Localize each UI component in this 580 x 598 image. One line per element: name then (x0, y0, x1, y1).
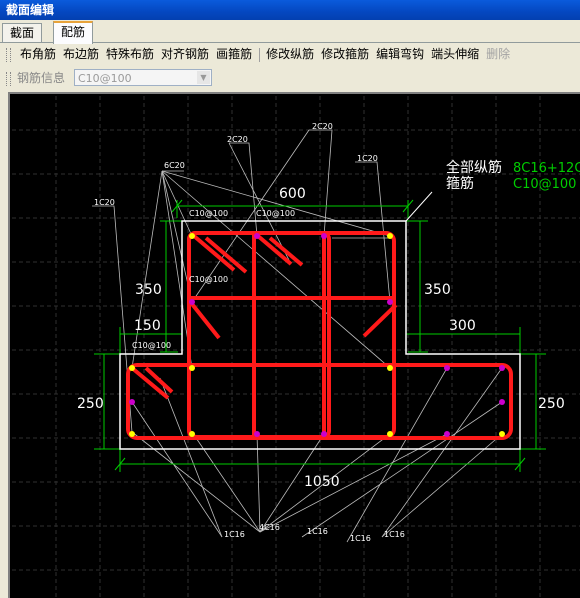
edit-stirrup-button[interactable]: 修改箍筋 (318, 43, 372, 65)
rebar-info-label: 钢筋信息 (17, 71, 66, 85)
annotation-label: 1C20 (357, 154, 378, 163)
rebar-info-value: C10@100 (78, 72, 132, 85)
side-bars[interactable] (129, 233, 505, 437)
rebar-legend: 全部纵筋 8C16+12C2 箍筋 C10@100 (446, 159, 580, 192)
dim-bottom-width: 1050 (304, 474, 340, 490)
edit-hook-button[interactable]: 编辑弯钩 (373, 43, 427, 65)
annotation-label: C10@100 (189, 209, 228, 218)
delete-button[interactable]: 删除 (483, 43, 513, 65)
dim-left-upper: 350 (135, 282, 162, 298)
annotation-label: C10@100 (189, 275, 228, 284)
tab-reinforcement[interactable]: 配筋 (53, 21, 94, 44)
annotation-label: 1C16 (350, 534, 371, 543)
annotation-label: 2C20 (227, 135, 248, 144)
dim-top-width: 600 (279, 186, 306, 202)
rebar-info-bar: 钢筋信息 C10@100 ▼ (6, 67, 212, 89)
legend-stirrup-label: 箍筋 (446, 175, 474, 192)
annotation-label: 4C16 (259, 523, 280, 532)
infobar-grip[interactable] (6, 71, 11, 86)
corner-bars[interactable] (129, 233, 505, 437)
annotation-label: 1C16 (224, 530, 245, 539)
annotation-label: 6C20 (164, 161, 185, 170)
draw-stirrup-button[interactable]: 画箍筋 (213, 43, 255, 65)
tab-bar: 截面 配筋 (0, 20, 580, 44)
rebar-info-select[interactable]: C10@100 ▼ (74, 69, 212, 86)
window-title: 截面编辑 (0, 0, 580, 20)
end-stretch-button[interactable]: 端头伸缩 (428, 43, 482, 65)
stirrup-hooks (130, 234, 398, 400)
toolbar-grip[interactable] (6, 47, 11, 62)
place-edge-bar-button[interactable]: 布边筋 (60, 43, 102, 65)
tab-section[interactable]: 截面 (2, 23, 43, 42)
edit-longitudinal-button[interactable]: 修改纵筋 (263, 43, 317, 65)
dim-right-lower: 250 (538, 396, 565, 412)
drawing-canvas[interactable]: 600 350 350 150 300 250 250 1050 全部纵筋 8C… (8, 92, 580, 598)
dim-right-upper: 350 (424, 282, 451, 298)
align-bar-button[interactable]: 对齐钢筋 (158, 43, 212, 65)
annotation-label: 1C16 (307, 527, 328, 536)
annotation-label: 2C20 (312, 122, 333, 131)
legend-longitudinal-value: 8C16+12C2 (513, 161, 580, 176)
annotation-label: C10@100 (256, 209, 295, 218)
chevron-down-icon[interactable]: ▼ (197, 71, 210, 84)
toolbar: 布角筋 布边筋 特殊布筋 对齐钢筋 画箍筋 修改纵筋 修改箍筋 编辑弯钩 端头伸缩 删除 (6, 43, 514, 65)
annotation-label: C10@100 (132, 341, 171, 350)
dim-right-step: 300 (449, 318, 476, 334)
annotation-label: 1C16 (384, 530, 405, 539)
annotation-label: 1C20 (94, 198, 115, 207)
toolbar-separator (259, 47, 261, 62)
legend-leader (405, 191, 433, 222)
legend-stirrup-value: C10@100 (513, 177, 576, 192)
dim-left-step: 150 (134, 318, 161, 334)
legend-longitudinal-label: 全部纵筋 (446, 159, 502, 176)
dim-left-lower: 250 (77, 396, 104, 412)
place-corner-bar-button[interactable]: 布角筋 (17, 43, 59, 65)
special-bar-button[interactable]: 特殊布筋 (103, 43, 157, 65)
